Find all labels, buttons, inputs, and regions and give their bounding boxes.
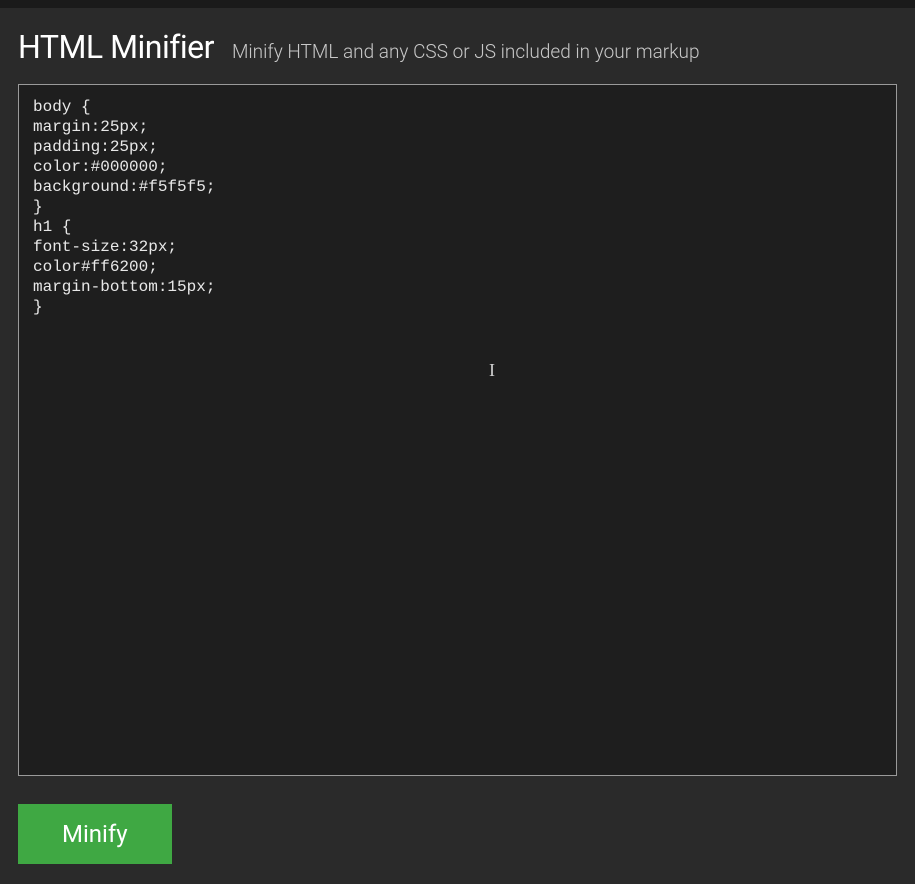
top-bar <box>0 0 915 8</box>
code-input[interactable] <box>33 97 882 763</box>
page-title: HTML Minifier <box>18 28 214 66</box>
minify-button[interactable]: Minify <box>18 804 172 864</box>
button-row: Minify <box>18 804 897 864</box>
editor-container: I <box>18 84 897 776</box>
main-container: HTML Minifier Minify HTML and any CSS or… <box>0 8 915 884</box>
header: HTML Minifier Minify HTML and any CSS or… <box>18 28 897 66</box>
page-subtitle: Minify HTML and any CSS or JS included i… <box>232 40 700 63</box>
